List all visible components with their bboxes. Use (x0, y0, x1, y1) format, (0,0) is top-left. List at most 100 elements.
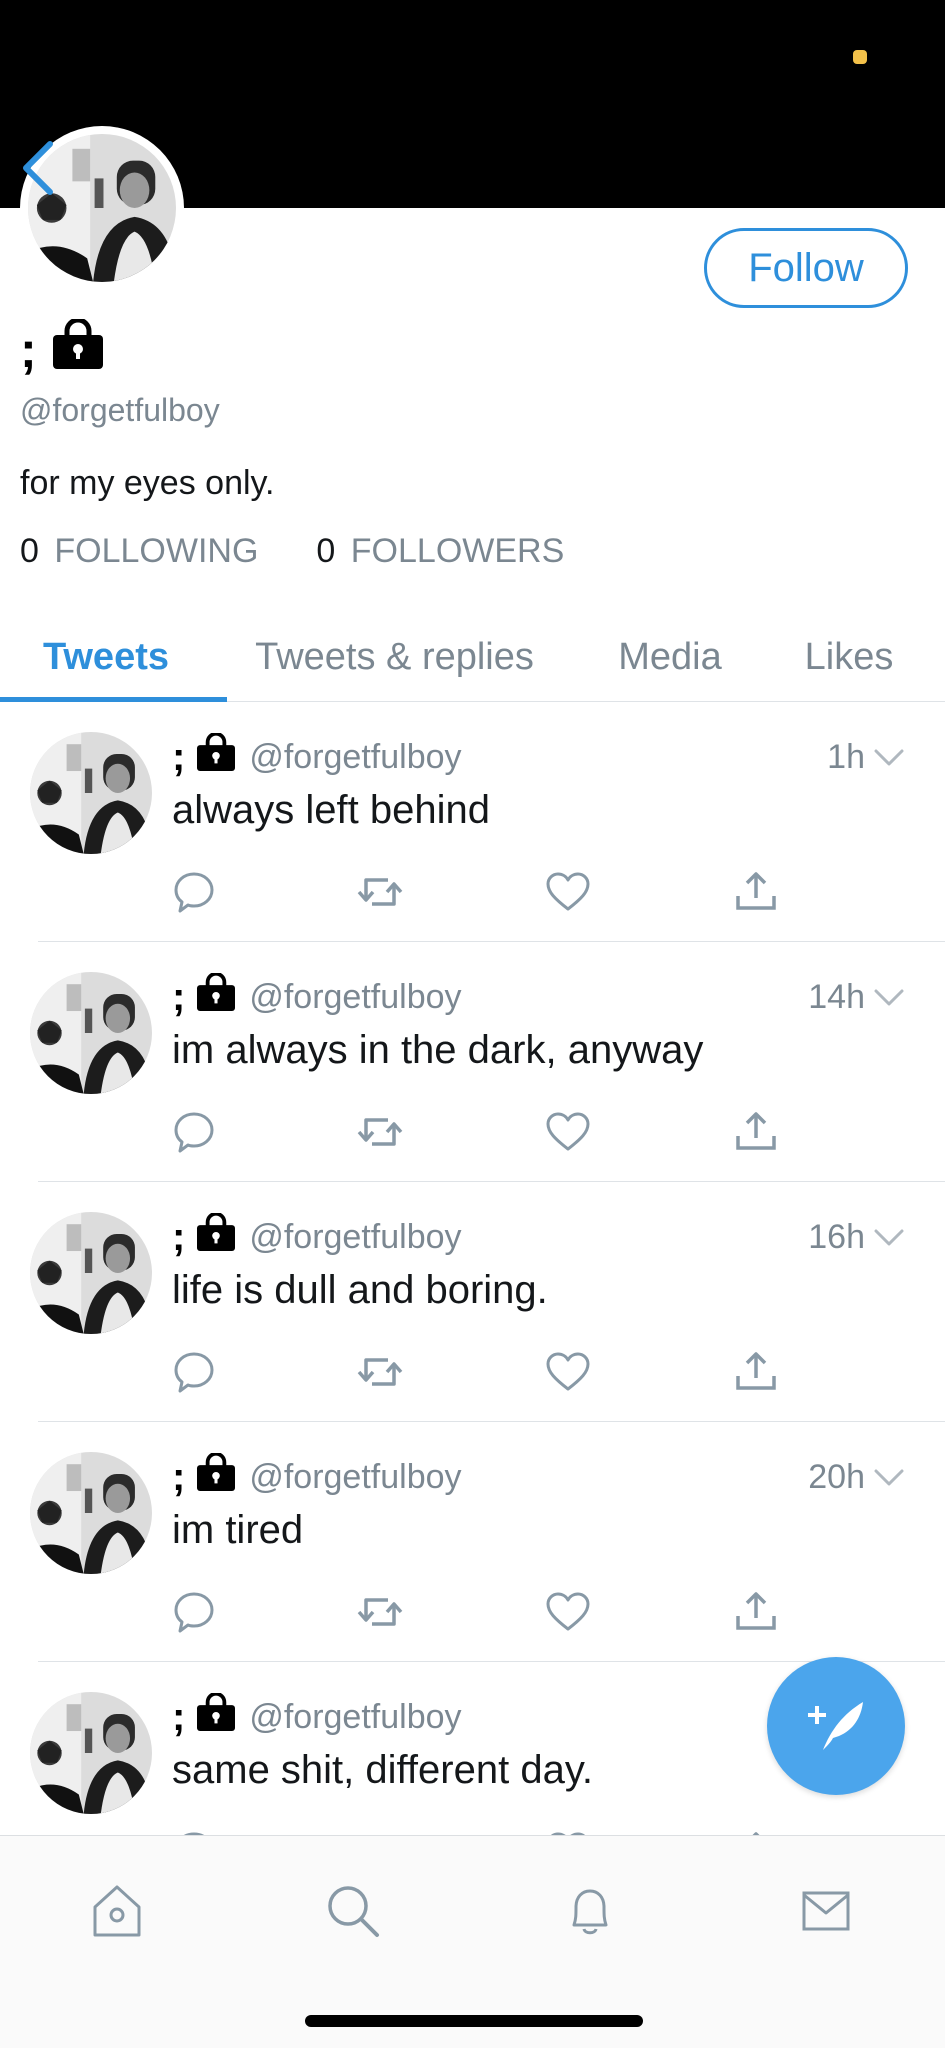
share-icon[interactable] (728, 864, 784, 920)
tab-tweets-replies[interactable]: Tweets & replies (232, 612, 557, 702)
retweet-icon[interactable] (352, 1344, 408, 1400)
following-stat[interactable]: 0 FOLLOWING (20, 532, 258, 571)
retweet-icon[interactable] (352, 864, 408, 920)
follow-button[interactable]: Follow (704, 228, 908, 308)
avatar-photo (30, 1692, 152, 1814)
tweet-author[interactable]: ; (172, 1211, 237, 1261)
tweet-actions (172, 1104, 812, 1160)
share-icon[interactable] (728, 1104, 784, 1160)
search-icon (328, 1886, 379, 1937)
tweet-handle: @forgetfulboy (249, 737, 462, 776)
lock-icon (195, 971, 237, 1021)
reply-icon[interactable] (166, 864, 222, 920)
tweet-header: ; @forgetfulboy (172, 1691, 462, 1741)
home-icon (93, 1885, 141, 1937)
nav-search[interactable] (318, 1876, 388, 1946)
tweet-actions (172, 1824, 812, 1835)
tab-media[interactable]: Media (590, 612, 750, 702)
tweet-avatar[interactable] (30, 1692, 152, 1814)
like-icon[interactable] (540, 1584, 596, 1640)
nav-notifications[interactable] (555, 1876, 625, 1946)
tweet-avatar[interactable] (30, 1452, 152, 1574)
retweet-icon[interactable] (352, 1824, 408, 1835)
tweet[interactable]: ; @forgetfulboy 14h im always in the dar… (0, 942, 945, 1182)
following-count: 0 (20, 532, 39, 570)
share-icon[interactable] (728, 1824, 784, 1835)
tweet-author[interactable]: ; (172, 1451, 237, 1501)
messages-icon (802, 1891, 850, 1931)
tweet-author[interactable]: ; (172, 731, 237, 781)
share-icon[interactable] (728, 1584, 784, 1640)
reply-icon[interactable] (166, 1104, 222, 1160)
lock-icon (195, 731, 237, 781)
tweet-avatar[interactable] (30, 972, 152, 1094)
tweet-avatar[interactable] (30, 732, 152, 854)
tab-likes[interactable]: Likes (780, 612, 918, 702)
compose-tweet-button[interactable] (767, 1657, 905, 1795)
tweet-author[interactable]: ; (172, 1691, 237, 1741)
nav-home[interactable] (82, 1876, 152, 1946)
tweet-time: 16h (808, 1217, 865, 1256)
lock-icon (195, 1691, 237, 1741)
compose-feather-icon (808, 1702, 863, 1750)
profile-tabs: Tweets Tweets & replies Media Likes (0, 612, 945, 702)
profile-name: ; (20, 317, 105, 378)
reply-icon[interactable] (166, 1584, 222, 1640)
tweet-author-name: ; (172, 1454, 186, 1499)
share-icon[interactable] (728, 1344, 784, 1400)
lock-icon (195, 1211, 237, 1261)
tweet[interactable]: ; @forgetfulboy 16h life is dull and bor… (0, 1182, 945, 1422)
tweet-header: ; @forgetfulboy (172, 731, 462, 781)
tweet-text: same shit, different day. (172, 1748, 593, 1792)
home-indicator (305, 2015, 643, 2027)
chevron-down-icon[interactable] (873, 1458, 905, 1497)
avatar-photo (30, 732, 152, 854)
tweet-handle: @forgetfulboy (249, 977, 462, 1016)
tweet-actions (172, 1344, 812, 1400)
tweet[interactable]: ; @forgetfulboy 1h always left behind (0, 702, 945, 942)
tweet-handle: @forgetfulboy (249, 1457, 462, 1496)
chevron-down-icon[interactable] (873, 1218, 905, 1257)
tweet-actions (172, 1584, 812, 1640)
retweet-icon[interactable] (352, 1584, 408, 1640)
tweet-time-area: 16h (808, 1214, 905, 1260)
tweet-author[interactable]: ; (172, 971, 237, 1021)
chevron-down-icon[interactable] (873, 978, 905, 1017)
tweet-avatar[interactable] (30, 1212, 152, 1334)
like-icon[interactable] (540, 864, 596, 920)
followers-count: 0 (316, 532, 336, 570)
reply-icon[interactable] (166, 1344, 222, 1400)
reply-icon[interactable] (166, 1824, 222, 1835)
tweet-handle: @forgetfulboy (249, 1697, 462, 1736)
profile-handle: @forgetfulboy (20, 392, 220, 428)
tweet-author-name: ; (172, 1694, 186, 1739)
like-icon[interactable] (540, 1344, 596, 1400)
following-label: FOLLOWING (54, 532, 259, 570)
tweet-time-area: 20h (808, 1454, 905, 1500)
retweet-icon[interactable] (352, 1104, 408, 1160)
followers-label: FOLLOWERS (350, 532, 565, 570)
tweet-text: im tired (172, 1508, 304, 1552)
notifications-icon (572, 1889, 608, 1935)
back-button[interactable] (14, 136, 64, 200)
tweet-time-area: 1h (827, 734, 905, 780)
tweet-text: life is dull and boring. (172, 1268, 548, 1312)
tweet-header: ; @forgetfulboy (172, 971, 462, 1021)
tab-tweets[interactable]: Tweets (0, 612, 212, 702)
nav-messages[interactable] (791, 1876, 861, 1946)
status-indicator (853, 50, 867, 64)
chevron-down-icon[interactable] (873, 738, 905, 777)
like-icon[interactable] (540, 1104, 596, 1160)
tweet-author-name: ; (172, 974, 186, 1019)
profile-bio: for my eyes only. (20, 464, 275, 502)
tweet-time: 1h (827, 737, 865, 776)
tweet[interactable]: ; @forgetfulboy 20h im tired (0, 1422, 945, 1662)
tweet-time: 20h (808, 1457, 865, 1496)
followers-stat[interactable]: 0 FOLLOWERS (316, 532, 564, 571)
like-icon[interactable] (540, 1824, 596, 1835)
lock-icon (195, 1451, 237, 1501)
avatar-photo (30, 972, 152, 1094)
tweet-header: ; @forgetfulboy (172, 1451, 462, 1501)
tweet-header: ; @forgetfulboy (172, 1211, 462, 1261)
tweet-text: always left behind (172, 788, 490, 832)
